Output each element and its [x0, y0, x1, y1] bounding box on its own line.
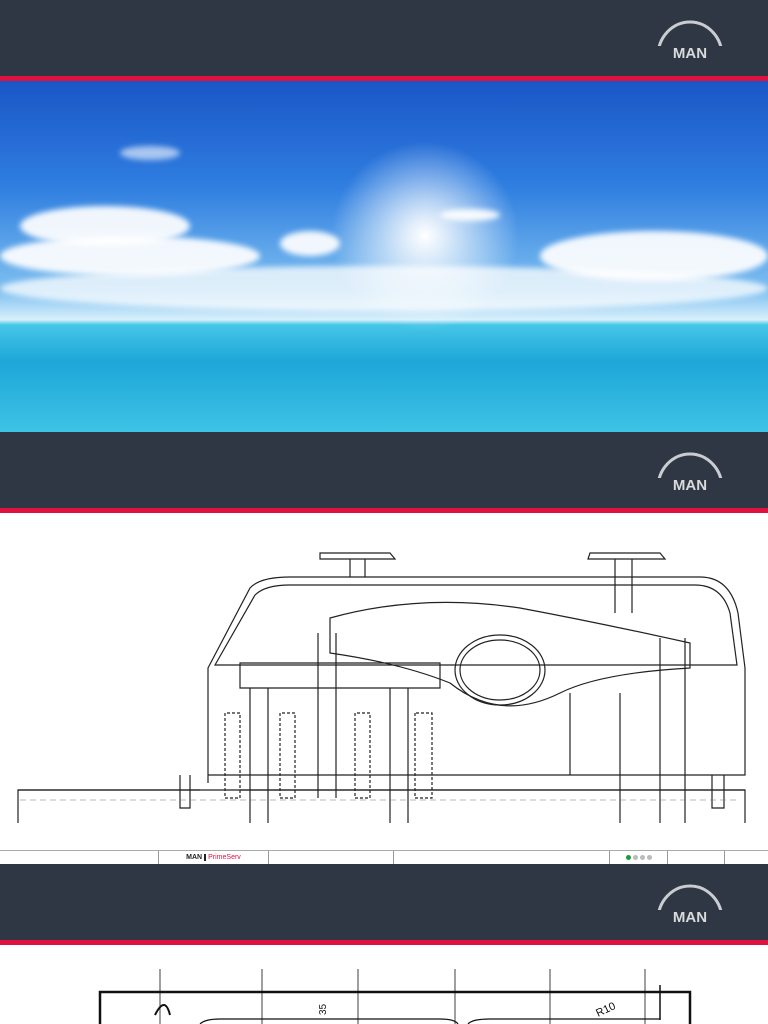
footer-brand: MAN PrimeServ [159, 851, 269, 864]
slide-footer: MAN PrimeServ [0, 850, 768, 864]
svg-text:MAN: MAN [673, 45, 707, 62]
rocker-arm-technical-drawing [17, 552, 746, 823]
footer-brand-primeserv: PrimeServ [204, 854, 241, 861]
dimension-label: 35 [318, 1003, 329, 1015]
svg-text:MAN: MAN [673, 909, 707, 926]
radius-label: R10 [594, 1000, 617, 1019]
footer-brand-man: MAN [186, 854, 203, 861]
header-bar-1: MAN [0, 0, 768, 76]
man-logo: MAN [652, 448, 728, 494]
component-technical-drawing: 35 R10 [98, 969, 692, 1024]
man-logo: MAN [652, 880, 728, 926]
ocean-sky-photo [0, 81, 768, 432]
header-bar-2: MAN [0, 432, 768, 508]
page-indicator [610, 851, 668, 864]
svg-text:MAN: MAN [673, 477, 707, 494]
header-bar-3: MAN [0, 864, 768, 940]
man-logo: MAN [652, 16, 728, 62]
